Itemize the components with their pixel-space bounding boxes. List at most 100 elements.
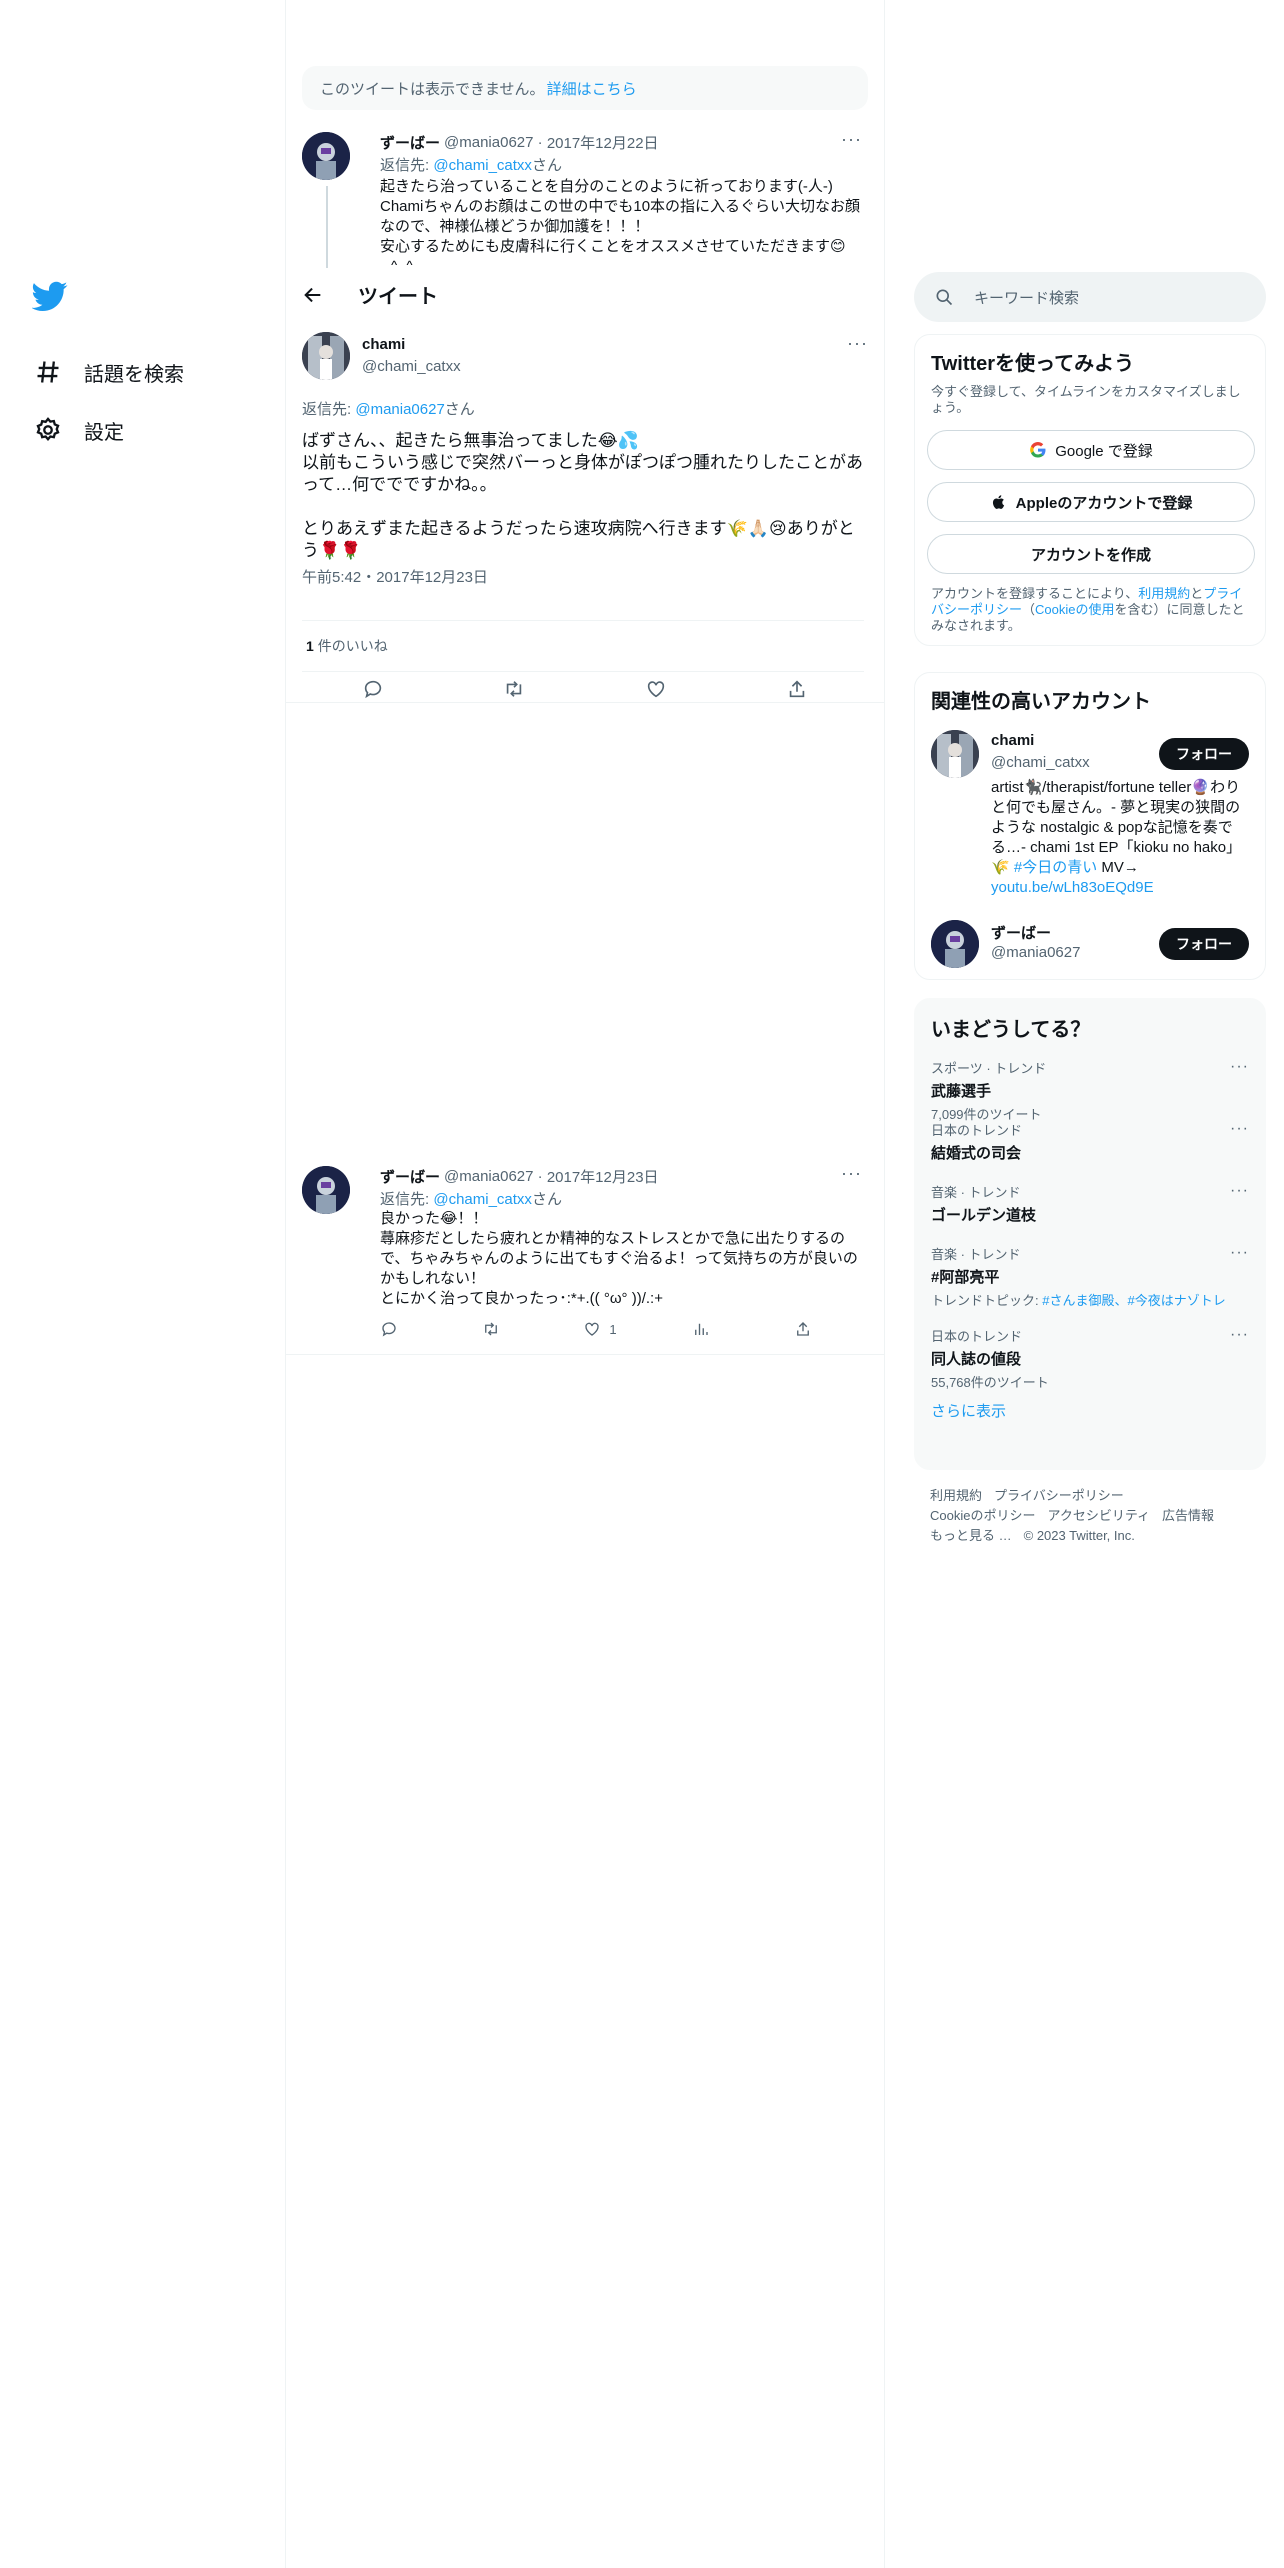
unavailable-tweet-notice: このツイートは表示できません。 詳細はこちら (302, 66, 868, 110)
share-icon[interactable] (786, 678, 808, 700)
avatar[interactable] (302, 332, 350, 380)
nav-settings[interactable]: 設定 (30, 401, 250, 459)
reply-to-link[interactable]: @chami_catxx (433, 157, 532, 174)
trend-item[interactable]: 音楽 · トレンド #阿部亮平 トレンドトピック: #さんま御殿、#今夜はナゾト… (915, 1232, 1265, 1314)
more-options-icon[interactable]: ··· (1230, 1244, 1249, 1262)
more-options-icon[interactable]: ··· (1230, 1182, 1249, 1200)
nav-explore[interactable]: 話題を検索 (30, 343, 250, 401)
tweet-page-header: ツイート (286, 268, 884, 321)
reply-suffix: さん (531, 157, 562, 174)
avatar[interactable] (931, 920, 979, 968)
like-button[interactable]: 1 (583, 1319, 617, 1339)
share-button[interactable] (794, 1319, 820, 1339)
author-handle[interactable]: @mania0627 (444, 1168, 533, 1185)
author-handle[interactable]: @chami_catxx (362, 358, 461, 375)
show-more-link[interactable]: さらに表示 (915, 1386, 1265, 1435)
avatar-image-icon (931, 920, 979, 968)
left-nav: 話題を検索 設定 (30, 278, 250, 459)
bio-url-link[interactable]: youtu.be/wLh83oEQd9E (991, 879, 1154, 896)
likes-summary[interactable]: 1 件のいいね (302, 620, 864, 672)
analytics-icon (695, 1323, 708, 1335)
trend-item[interactable]: スポーツ · トレンド 武藤選手 7,099件のツイート ··· (915, 1046, 1265, 1122)
analytics-button[interactable] (692, 1319, 718, 1339)
twitter-logo-icon[interactable] (31, 278, 68, 314)
avatar[interactable] (302, 1166, 350, 1214)
signup-legal-text: アカウントを登録することにより、利用規約とプライバシーポリシー（Cookieの使… (931, 586, 1249, 634)
account-handle: @mania0627 (991, 944, 1081, 961)
tweet-date[interactable]: 2017年12月22日 (547, 132, 659, 153)
more-options-icon[interactable]: ··· (1230, 1058, 1249, 1076)
trend-item[interactable]: 日本のトレンド 結婚式の司会 ··· (915, 1108, 1265, 1170)
more-options-icon[interactable]: ··· (847, 334, 868, 352)
account-item-mania0627[interactable]: ずーばー @mania0627 フォロー (915, 920, 1265, 980)
reply-to-link[interactable]: @mania0627 (355, 401, 444, 418)
reply-prefix: 返信先: (380, 157, 434, 174)
like-icon[interactable] (645, 678, 667, 700)
author-name[interactable]: ずーばー (380, 1166, 440, 1187)
back-arrow-icon[interactable] (302, 284, 324, 306)
reply-icon[interactable] (362, 678, 384, 700)
trend-context: 日本のトレンド (931, 1329, 1023, 1344)
tweet-text: ばずさん、、起きたら無事治ってました😂💦 以前もこういう感じで突然バーっと身体が… (302, 431, 863, 560)
notice-learn-more-link[interactable]: 詳細はこちら (547, 78, 637, 99)
avatar-image-icon (302, 332, 350, 380)
apple-icon (992, 495, 1004, 509)
tweet-date[interactable]: 2017年12月23日 (547, 1166, 659, 1187)
follow-button[interactable]: フォロー (1159, 928, 1249, 960)
account-name: chami (991, 732, 1035, 749)
follow-button[interactable]: フォロー (1159, 738, 1249, 770)
retweet-icon[interactable] (503, 678, 525, 700)
signup-card: Twitterを使ってみよう 今すぐ登録して、タイムラインをカスタマイズしましょ… (914, 334, 1266, 646)
reply-button[interactable] (380, 1319, 406, 1339)
account-item-chami[interactable]: chami @chami_catxx フォロー artist🐈‍⬛/therap… (915, 730, 1265, 920)
trend-item[interactable]: 日本のトレンド 同人誌の値段 55,768件のツイート ··· (915, 1314, 1265, 1390)
notice-text: このツイートは表示できません。 (320, 80, 545, 98)
reply-to: 返信先: @chami_catxxさん (380, 1188, 868, 1209)
footer-privacy-link[interactable]: プライバシーポリシー (994, 1486, 1124, 1506)
more-options-icon[interactable]: ··· (1230, 1120, 1249, 1138)
divider (286, 702, 884, 703)
tweet-timestamp[interactable]: 午前5:42・2017年12月23日 (302, 566, 488, 587)
tweet-parent[interactable]: ずーばー @mania0627 · 2017年12月22日 ··· 返信先: @… (302, 130, 868, 268)
reply-suffix: さん (444, 401, 475, 418)
terms-link[interactable]: 利用規約 (1138, 586, 1190, 601)
signup-subtitle: 今すぐ登録して、タイムラインをカスタマイズしましょう。 (931, 384, 1241, 415)
search-input[interactable]: キーワード検索 (914, 272, 1266, 322)
create-account-button[interactable]: アカウントを作成 (927, 534, 1255, 574)
column-divider-left (285, 0, 286, 2568)
nav-settings-label: 設定 (84, 421, 124, 444)
reply-to-link[interactable]: @chami_catxx (433, 1191, 532, 1208)
avatar[interactable] (931, 730, 979, 778)
avatar[interactable] (302, 132, 350, 180)
trends-title: いまどうしてる？ (931, 1019, 1091, 1041)
share-icon (797, 1322, 809, 1336)
retweet-button[interactable] (482, 1319, 508, 1339)
google-signup-button[interactable]: Google で登録 (927, 430, 1255, 470)
reply-icon (382, 1322, 396, 1337)
cookie-link[interactable]: Cookieの使用 (1035, 602, 1114, 617)
more-options-icon[interactable]: ··· (841, 130, 862, 148)
tweet-actions: 1 (380, 1319, 820, 1339)
apple-signup-label: Appleのアカウントで登録 (1015, 494, 1193, 512)
footer-terms-link[interactable]: 利用規約 (930, 1486, 982, 1506)
author-name[interactable]: ずーばー (380, 132, 440, 153)
footer-ads-link[interactable]: 広告情報 (1162, 1506, 1214, 1526)
tweet-body: ずーばー @mania0627 · 2017年12月23日 ··· 返信先: @… (380, 1164, 868, 1339)
footer-accessibility-link[interactable]: アクセシビリティ (1047, 1506, 1150, 1526)
bio-hashtag-link[interactable]: #今日の青い (1014, 859, 1097, 876)
trend-title: 同人誌の値段 (931, 1351, 1022, 1368)
author-name[interactable]: chami (362, 336, 405, 353)
trend-topics-links[interactable]: #さんま御殿、#今夜はナゾトレ (1042, 1293, 1225, 1308)
trend-item[interactable]: 音楽 · トレンド ゴールデン道枝 ··· (915, 1170, 1265, 1232)
footer-cookie-link[interactable]: Cookieのポリシー (930, 1506, 1035, 1526)
apple-signup-button[interactable]: Appleのアカウントで登録 (927, 482, 1255, 522)
bio-mid: MV→ (1097, 859, 1139, 876)
more-options-icon[interactable]: ··· (841, 1164, 862, 1182)
footer-more-link[interactable]: もっと見る … (930, 1526, 1012, 1546)
author-handle[interactable]: @mania0627 (444, 134, 533, 151)
reply-to: 返信先: @chami_catxxさん (380, 154, 868, 175)
more-options-icon[interactable]: ··· (1230, 1326, 1249, 1344)
trend-count: 55,768件のツイート (931, 1375, 1049, 1390)
avatar-image-icon (302, 132, 350, 180)
account-handle: @chami_catxx (991, 754, 1090, 771)
